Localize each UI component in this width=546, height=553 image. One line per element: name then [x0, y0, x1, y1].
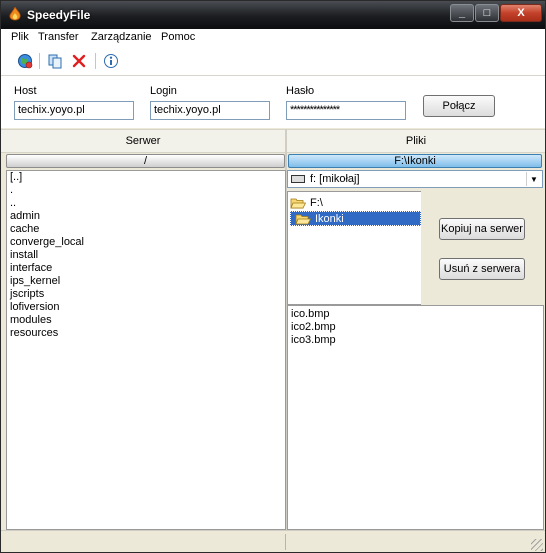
list-item[interactable]: [..] — [7, 171, 285, 184]
menu-pomoc[interactable]: Pomoc — [161, 31, 195, 43]
folder-open-icon — [295, 214, 311, 224]
list-item[interactable]: interface — [7, 262, 285, 275]
drive-icon — [291, 175, 305, 183]
server-pane-header: Serwer — [1, 129, 285, 153]
password-field[interactable]: *************** — [286, 101, 406, 120]
delete-from-server-button[interactable]: Usuń z serwera — [439, 258, 525, 280]
list-item[interactable]: lofiversion — [7, 301, 285, 314]
list-item[interactable]: resources — [7, 327, 285, 340]
local-path-bar[interactable]: F:\Ikonki — [288, 154, 542, 168]
copy-to-server-button[interactable]: Kopiuj na serwer — [439, 218, 525, 240]
list-item[interactable]: modules — [7, 314, 285, 327]
host-field[interactable]: techix.yoyo.pl — [14, 101, 134, 120]
tree-item-ikonki[interactable]: Ikonki — [290, 211, 421, 226]
drive-label: f: [mikołaj] — [310, 173, 360, 185]
list-item[interactable]: ico.bmp — [288, 308, 543, 321]
server-file-list[interactable]: [..] . .. admin cache converge_local ins… — [6, 170, 286, 530]
local-file-list[interactable]: ico.bmp ico2.bmp ico3.bmp — [287, 305, 544, 530]
tree-item-label: Ikonki — [315, 212, 344, 225]
folder-open-icon — [290, 198, 306, 208]
connection-panel: Host techix.yoyo.pl Login techix.yoyo.pl… — [1, 76, 545, 128]
list-item[interactable]: cache — [7, 223, 285, 236]
maximize-button[interactable]: □ — [475, 4, 499, 22]
login-label: Login — [150, 85, 177, 97]
list-item[interactable]: admin — [7, 210, 285, 223]
menu-zarzadzanie[interactable]: Zarządzanie — [91, 31, 152, 43]
tree-item-label: F:\ — [310, 196, 323, 209]
files-pane-header: Pliki — [287, 129, 545, 153]
globe-connect-icon[interactable] — [15, 51, 35, 71]
folder-tree[interactable]: F:\ Ikonki — [287, 191, 422, 305]
menu-plik[interactable]: Plik — [11, 31, 29, 43]
server-path-bar[interactable]: / — [6, 154, 285, 168]
list-item[interactable]: converge_local — [7, 236, 285, 249]
password-label: Hasło — [286, 85, 315, 97]
minimize-button[interactable]: _ — [450, 4, 474, 22]
list-item[interactable]: . — [7, 184, 285, 197]
list-item[interactable]: ico3.bmp — [288, 334, 543, 347]
list-item[interactable]: ico2.bmp — [288, 321, 543, 334]
toolbar-separator — [95, 53, 96, 69]
transfer-actions: Kopiuj na serwer Usuń z serwera — [421, 191, 544, 305]
menu-transfer[interactable]: Transfer — [38, 31, 79, 43]
info-icon[interactable] — [101, 51, 121, 71]
app-window: SpeedyFile _ □ X Plik Transfer Zarządzan… — [0, 0, 546, 553]
toolbar-separator — [39, 53, 40, 69]
chevron-down-icon[interactable]: ▼ — [526, 172, 541, 186]
close-button[interactable]: X — [500, 4, 542, 22]
list-item[interactable]: install — [7, 249, 285, 262]
resize-grip[interactable] — [531, 539, 543, 551]
drive-select[interactable]: f: [mikołaj] ▼ — [287, 170, 543, 188]
list-item[interactable]: .. — [7, 197, 285, 210]
host-label: Host — [14, 85, 37, 97]
list-item[interactable]: jscripts — [7, 288, 285, 301]
status-divider — [285, 534, 286, 550]
list-item[interactable]: ips_kernel — [7, 275, 285, 288]
app-flame-icon — [9, 7, 21, 21]
login-field[interactable]: techix.yoyo.pl — [150, 101, 270, 120]
toolbar — [1, 47, 545, 76]
menu-bar: Plik Transfer Zarządzanie Pomoc — [1, 29, 545, 47]
connect-button[interactable]: Połącz — [423, 95, 495, 117]
window-title: SpeedyFile — [27, 8, 91, 22]
title-bar[interactable]: SpeedyFile _ □ X — [1, 1, 545, 29]
copy-icon[interactable] — [45, 51, 65, 71]
status-bar — [1, 530, 545, 552]
tree-item-root[interactable]: F:\ — [290, 195, 420, 210]
delete-icon[interactable] — [69, 51, 89, 71]
